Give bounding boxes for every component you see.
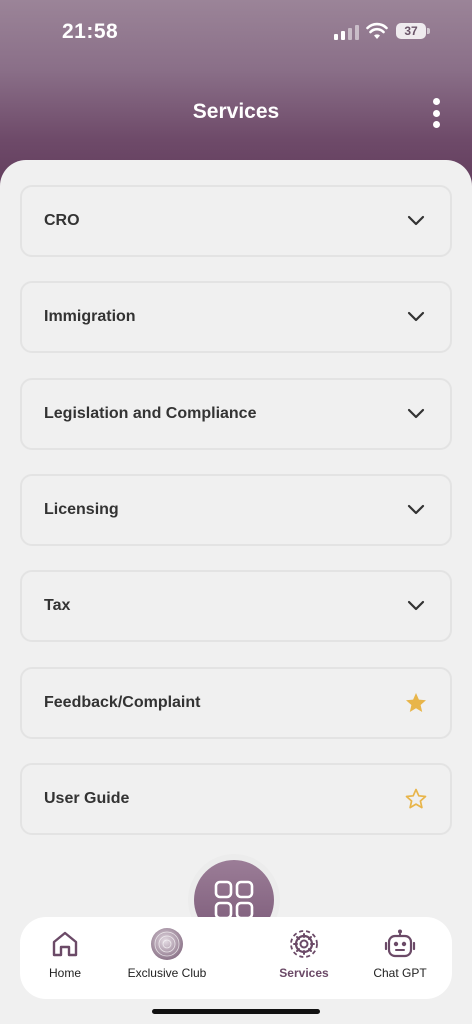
nav-services-label: Services	[279, 966, 329, 980]
service-card[interactable]: Licensing	[20, 473, 452, 546]
nav-exclusive-club[interactable]: Exclusive Club	[117, 927, 217, 980]
chevron-down-icon	[404, 305, 428, 329]
chevron-down-icon	[404, 498, 428, 522]
exclusive-club-icon	[151, 928, 183, 960]
wifi-icon	[366, 22, 388, 39]
service-card[interactable]: Feedback/Complaint	[20, 666, 452, 739]
star-filled-icon	[404, 691, 428, 715]
more-options-button[interactable]	[424, 96, 448, 130]
battery-tip	[427, 28, 430, 34]
chevron-down-icon	[404, 402, 428, 426]
status-time: 21:58	[62, 20, 119, 43]
service-card-label: User Guide	[44, 789, 130, 807]
more-dot-icon	[432, 98, 440, 105]
service-card-label: Legislation and Compliance	[44, 404, 257, 422]
service-card-label: CRO	[44, 212, 80, 229]
chevron-down-icon	[404, 594, 428, 618]
nav-home[interactable]: Home	[15, 927, 115, 980]
battery-icon: 37	[396, 23, 426, 39]
grid-icon	[214, 880, 254, 920]
star-outline-icon	[404, 787, 428, 811]
more-dot-icon	[432, 109, 440, 117]
service-card[interactable]: Immigration	[20, 281, 452, 354]
service-card-label: Immigration	[44, 308, 136, 326]
home-icon	[52, 931, 78, 957]
service-card[interactable]: User Guide	[20, 762, 452, 835]
service-card[interactable]: Legislation and Compliance	[20, 377, 452, 450]
nav-exclusive-club-label: Exclusive Club	[127, 966, 207, 980]
nav-home-label: Home	[48, 966, 81, 980]
cellular-signal-icon	[334, 25, 359, 40]
more-dot-icon	[432, 121, 440, 128]
robot-icon	[384, 929, 416, 958]
bottom-nav: Home Exclusive Club Services Chat GPT	[20, 917, 452, 999]
page-title: Services	[192, 100, 280, 123]
nav-chat-gpt[interactable]: Chat GPT	[350, 927, 450, 980]
service-card-label: Tax	[44, 597, 71, 615]
chevron-down-icon	[404, 209, 428, 233]
service-card-label: Feedback/Complaint	[44, 693, 201, 711]
service-card[interactable]: Tax	[20, 570, 452, 643]
service-card[interactable]: CRO	[20, 185, 452, 257]
service-card-label: Licensing	[44, 500, 119, 518]
services-gear-icon	[290, 930, 318, 958]
nav-services[interactable]: Services	[254, 927, 354, 980]
status-bar: 21:58 37	[0, 0, 472, 64]
home-indicator	[152, 1009, 320, 1014]
battery-level: 37	[404, 24, 418, 38]
nav-chat-gpt-label: Chat GPT	[373, 966, 427, 980]
